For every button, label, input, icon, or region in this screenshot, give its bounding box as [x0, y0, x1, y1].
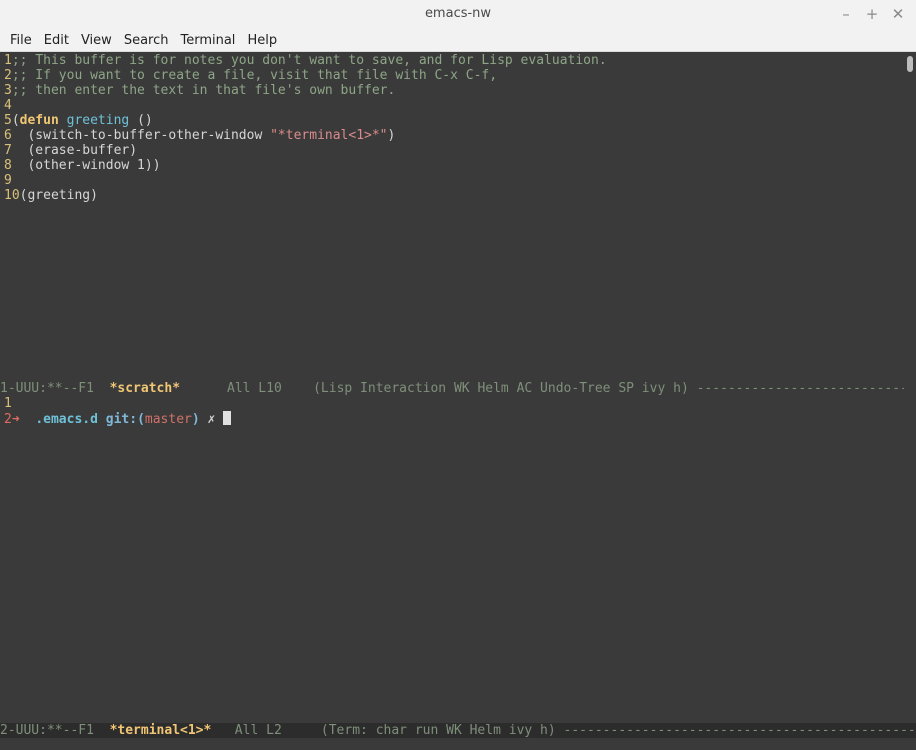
menu-bar: File Edit View Search Terminal Help: [0, 30, 916, 52]
prompt-number: 2: [4, 412, 12, 427]
code-token: (switch-to-buffer-other-window: [11, 128, 271, 143]
code-line: 10(greeting): [4, 188, 98, 203]
menu-edit[interactable]: Edit: [38, 33, 75, 48]
line-number: 3: [4, 83, 12, 98]
minimize-button[interactable]: –: [838, 5, 854, 23]
prompt-git-branch: master: [144, 412, 192, 427]
code-token: (other-window 1)): [11, 158, 161, 173]
terminal-line-1: 1: [4, 396, 12, 411]
menu-view[interactable]: View: [75, 33, 118, 48]
maximize-button[interactable]: +: [864, 5, 880, 23]
code-token: (): [129, 113, 153, 128]
mode-line-buffer-name: *terminal<1>*: [109, 723, 212, 738]
code-line: 7 (erase-buffer): [4, 143, 137, 158]
mode-line-info: All L2 (Term: char run WK Helm ivy h) --…: [234, 723, 916, 738]
scrollbar[interactable]: [904, 52, 916, 392]
mode-line-terminal: 2-UUU:**--F1 *terminal<1>* All L2 (Term:…: [0, 723, 916, 738]
menu-terminal[interactable]: Terminal: [174, 33, 241, 48]
scrollbar-thumb[interactable]: [907, 56, 913, 72]
code-token: (erase-buffer): [11, 143, 138, 158]
code-token: (: [11, 113, 20, 128]
close-button[interactable]: ✕: [890, 5, 906, 23]
text-cursor: [223, 411, 232, 425]
menu-search[interactable]: Search: [118, 33, 175, 48]
mode-line-buffer-name: *scratch*: [109, 381, 181, 396]
mode-line-status: 2-UUU:**--F1: [0, 723, 110, 738]
line-number: 10: [4, 188, 20, 203]
code-line: 5(defun greeting (): [4, 113, 153, 128]
code-token: defun: [19, 113, 59, 128]
code-token: (greeting): [19, 188, 98, 203]
title-bar[interactable]: emacs-nw – + ✕: [0, 0, 916, 31]
line-number: 8: [4, 158, 12, 173]
prompt-directory: .emacs.d: [35, 412, 98, 427]
code-line: 1;; This buffer is for notes you don't w…: [4, 53, 607, 68]
terminal-prompt[interactable]: 2➜ .emacs.d git:(master) ✗: [4, 411, 232, 427]
code-token: ): [387, 128, 396, 143]
line-number: 5: [4, 113, 12, 128]
line-number: 2: [4, 68, 12, 83]
line-number: 1: [4, 53, 12, 68]
code-line: 2;; If you want to create a file, visit …: [4, 68, 497, 83]
prompt-arrow-icon: ➜: [11, 412, 20, 427]
mode-line-scratch: 1-UUU:**--F1 *scratch* All L10 (Lisp Int…: [0, 381, 916, 396]
code-token: "*terminal<1>*": [270, 128, 388, 143]
line-number: 4: [4, 98, 12, 113]
menu-help[interactable]: Help: [241, 33, 283, 48]
prompt-git-label: git:: [105, 412, 138, 427]
code-line: 4: [4, 98, 12, 113]
line-number: 7: [4, 143, 12, 158]
line-number: 6: [4, 128, 12, 143]
code-line: 3;; then enter the text in that file's o…: [4, 83, 395, 98]
code-line: 8 (other-window 1)): [4, 158, 161, 173]
code-token: greeting: [66, 113, 130, 128]
window-controls: – + ✕: [838, 5, 906, 23]
terminal-area[interactable]: 1;; This buffer is for notes you don't w…: [0, 52, 916, 750]
code-line: 9: [4, 173, 12, 188]
code-token: ;; If you want to create a file, visit t…: [11, 68, 498, 83]
code-token: ;; This buffer is for notes you don't wa…: [11, 53, 607, 68]
window-title: emacs-nw: [424, 6, 492, 21]
mode-line-info: All L10 (Lisp Interaction WK Helm AC Und…: [226, 381, 916, 396]
mode-line-status: 1-UUU:**--F1: [0, 381, 110, 396]
menu-file[interactable]: File: [4, 33, 38, 48]
code-token: ;; then enter the text in that file's ow…: [11, 83, 396, 98]
code-line: 6 (switch-to-buffer-other-window "*termi…: [4, 128, 395, 143]
line-number: 9: [4, 173, 12, 188]
